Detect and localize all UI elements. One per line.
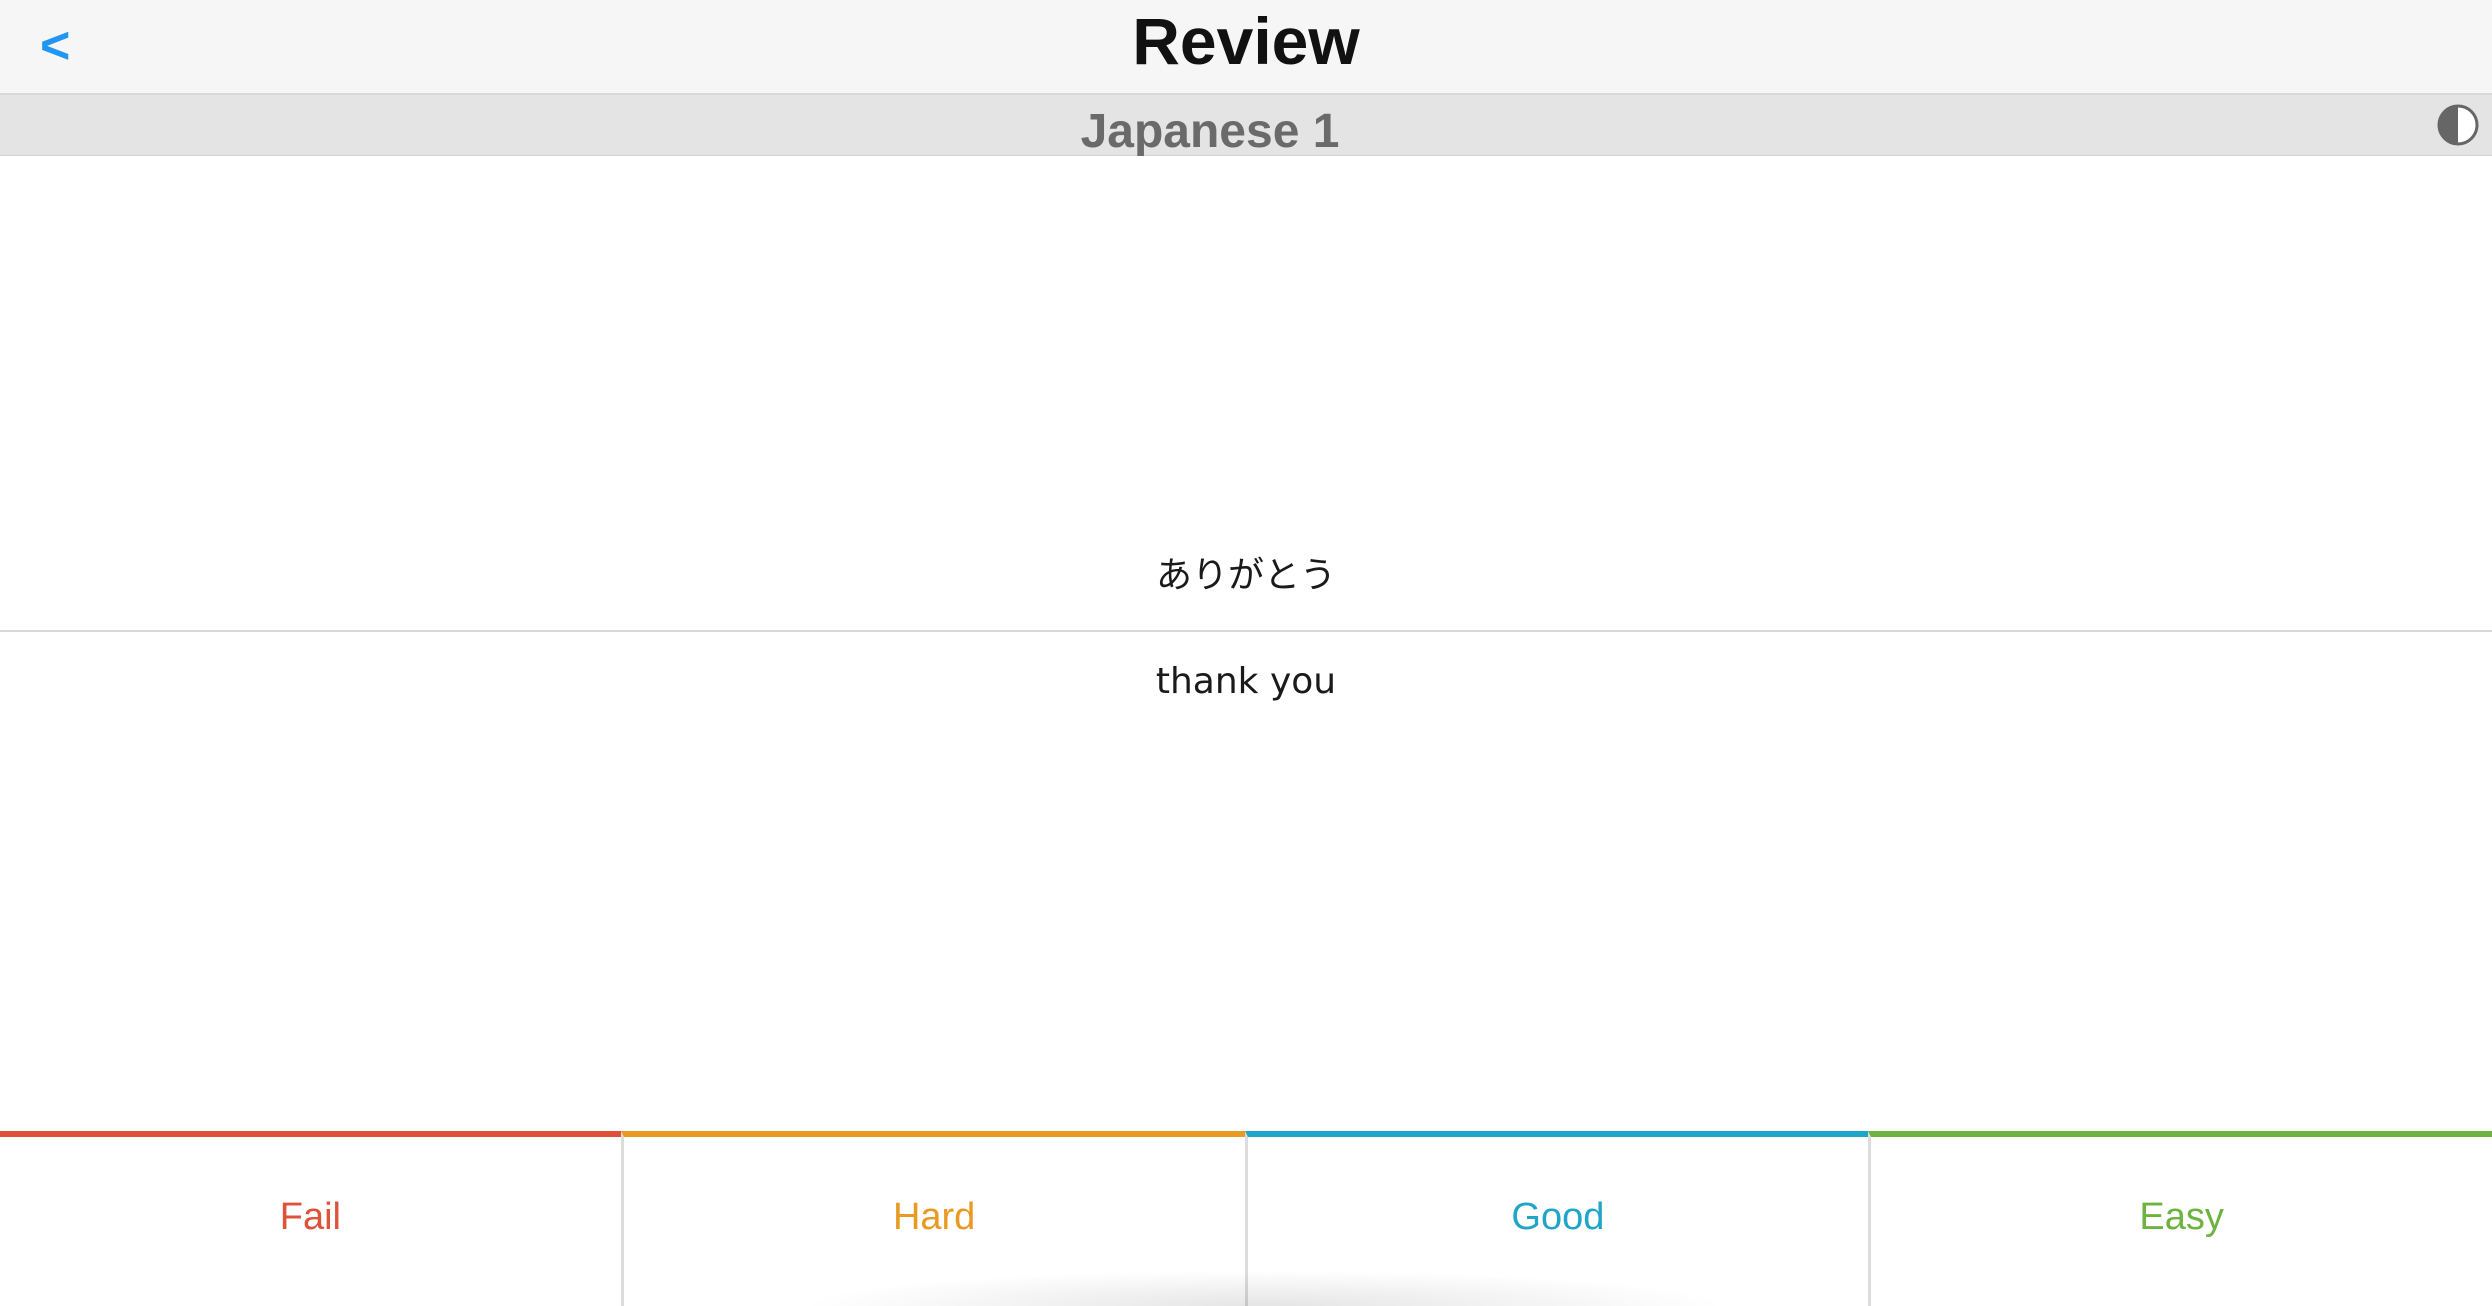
easy-button[interactable]: Easy	[1868, 1131, 2492, 1306]
good-button[interactable]: Good	[1244, 1131, 1869, 1306]
card-back-text: thank you	[1155, 661, 1337, 702]
contrast-icon-graphic	[2437, 104, 2479, 146]
fail-button[interactable]: Fail	[0, 1131, 621, 1306]
deck-name: Japanese 1	[1080, 105, 1340, 158]
card-front-text: ありがとう	[1155, 555, 1336, 596]
page-title: Review	[1132, 4, 1360, 78]
header-bar: Review <	[0, 0, 2492, 95]
card-divider	[0, 630, 2492, 632]
answer-bar: Fail Hard Good Easy	[0, 1131, 2492, 1306]
card-area: ありがとう thank you	[0, 156, 2492, 1131]
contrast-icon[interactable]	[2436, 103, 2480, 147]
hard-button[interactable]: Hard	[620, 1131, 1245, 1306]
deck-bar: Japanese 1	[0, 95, 2492, 158]
back-button[interactable]: <	[40, 6, 100, 86]
review-screen: Review < Japanese 1 ありがとう thank you Fail…	[0, 0, 2492, 1306]
